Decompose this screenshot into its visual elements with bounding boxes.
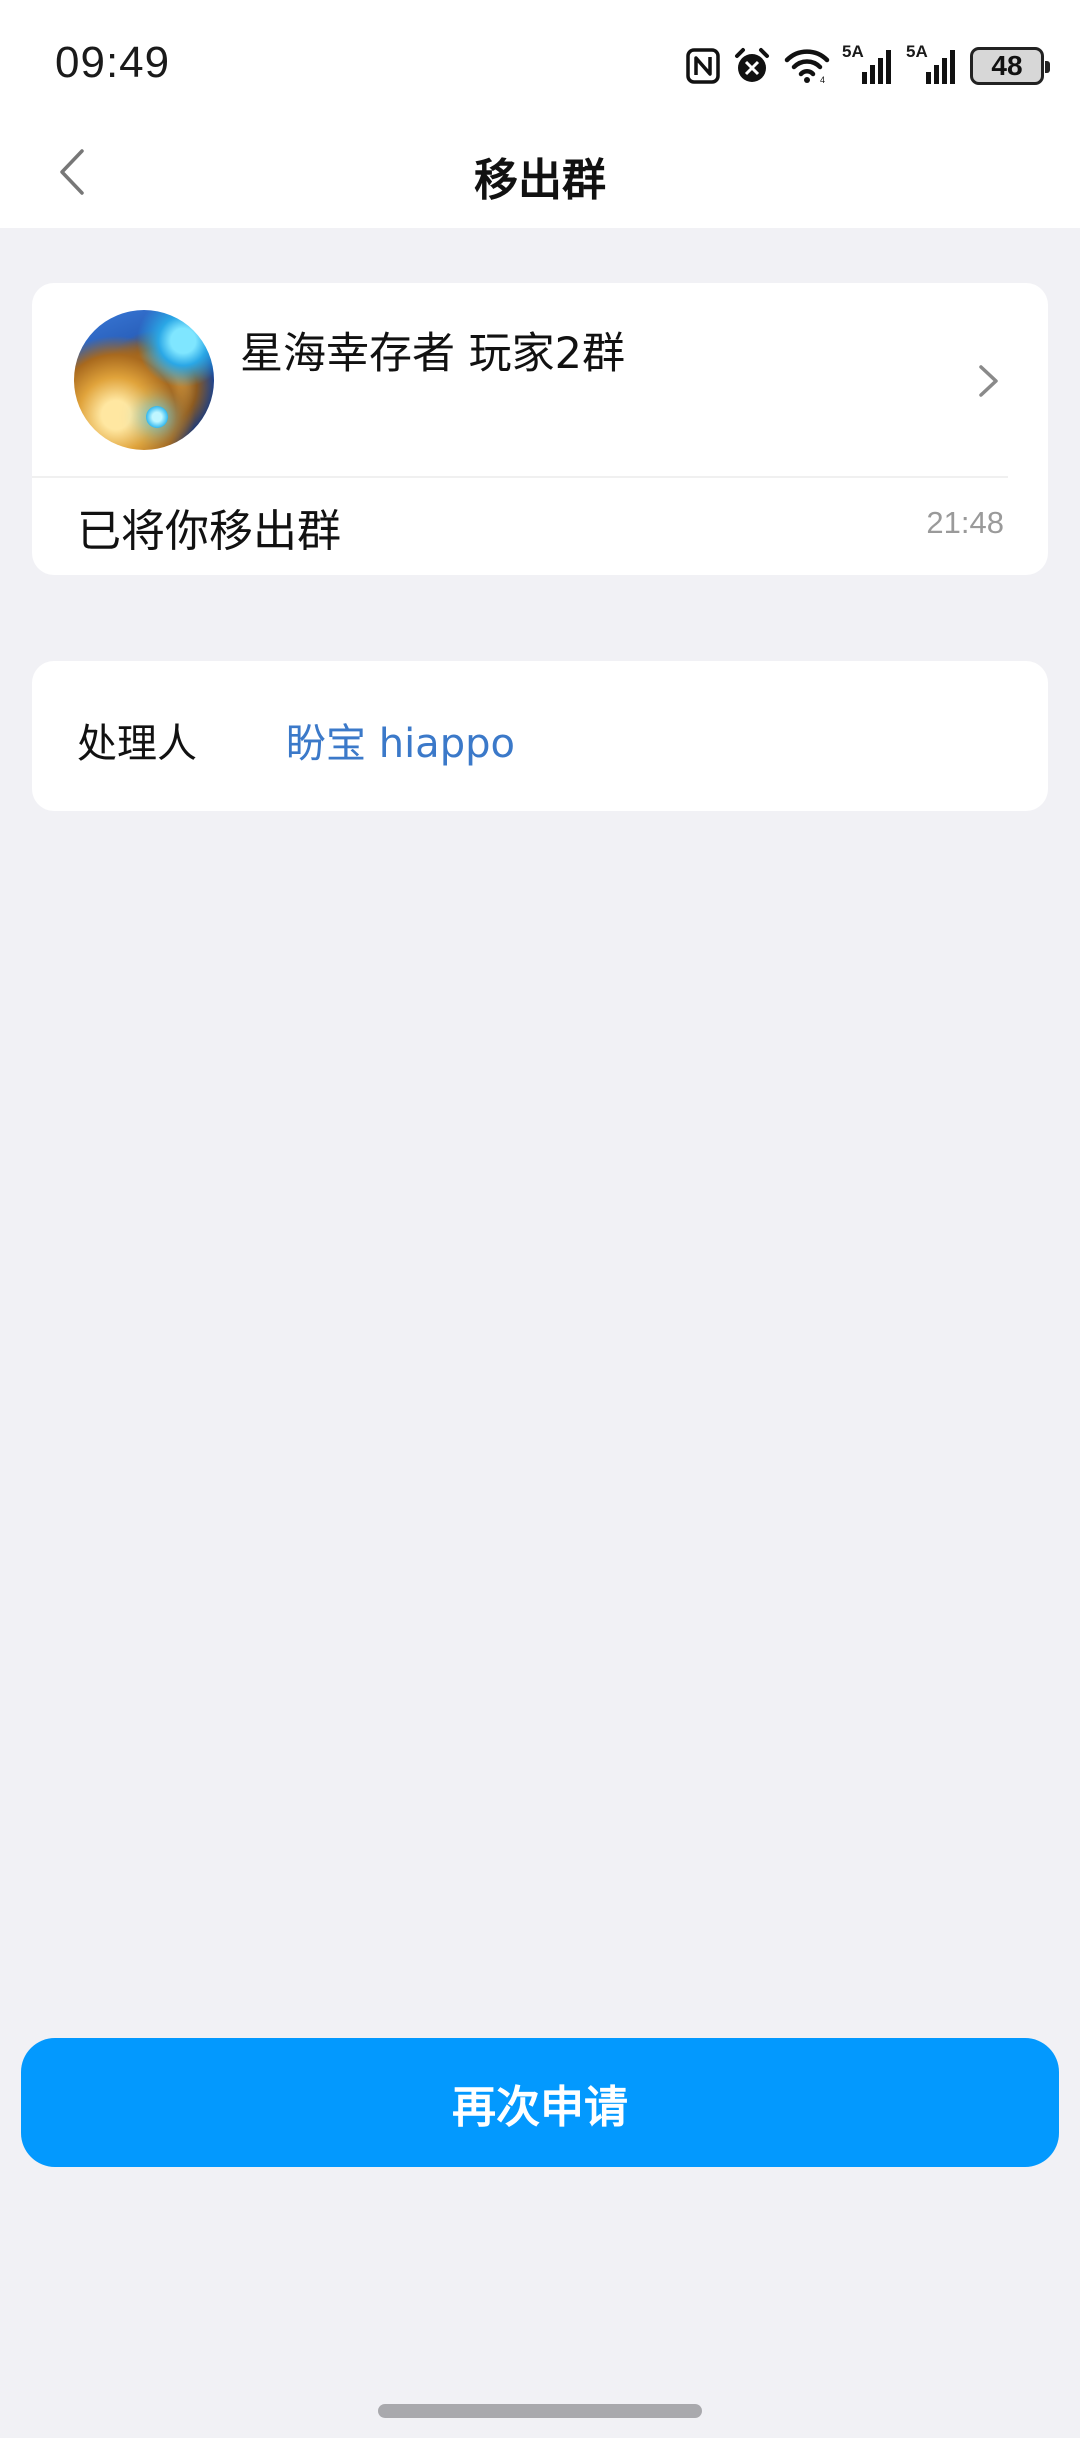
status-time: 09:49 [55,38,171,87]
notice-timestamp: 21:48 [926,505,1004,540]
group-notice-card: 星海幸存者 玩家2群 已将你移出群 21:48 [32,283,1048,575]
page-title: 移出群 [474,155,606,206]
handler-card: 处理人 盼宝 hiappo [32,661,1048,811]
nfc-icon [686,48,720,84]
status-bar: 09:49 4 5A 5A 48 [0,0,1080,120]
chevron-right-icon [968,361,1008,401]
group-info-row[interactable]: 星海幸存者 玩家2群 [32,283,1048,476]
divider [32,476,1008,478]
svg-text:4: 4 [820,75,825,84]
signal-5a-icon: 5A [842,42,894,86]
handler-name-link[interactable]: 盼宝 hiappo [286,711,515,769]
removal-notice: 已将你移出群 [77,506,341,557]
home-indicator[interactable] [378,2404,702,2418]
alarm-icon [732,46,772,86]
handler-label: 处理人 [77,721,197,767]
reapply-button[interactable]: 再次申请 [21,2038,1059,2167]
battery-level: 48 [991,50,1023,81]
signal-5a-icon: 5A [906,42,958,86]
battery-icon: 48 [970,47,1050,85]
wifi-icon: 4 [784,48,830,84]
group-avatar [74,310,214,450]
group-name: 星海幸存者 玩家2群 [240,329,626,379]
nav-bar: 移出群 [0,120,1080,228]
avatar-glow [146,406,168,428]
status-icons: 4 5A 5A 48 [686,42,1050,88]
